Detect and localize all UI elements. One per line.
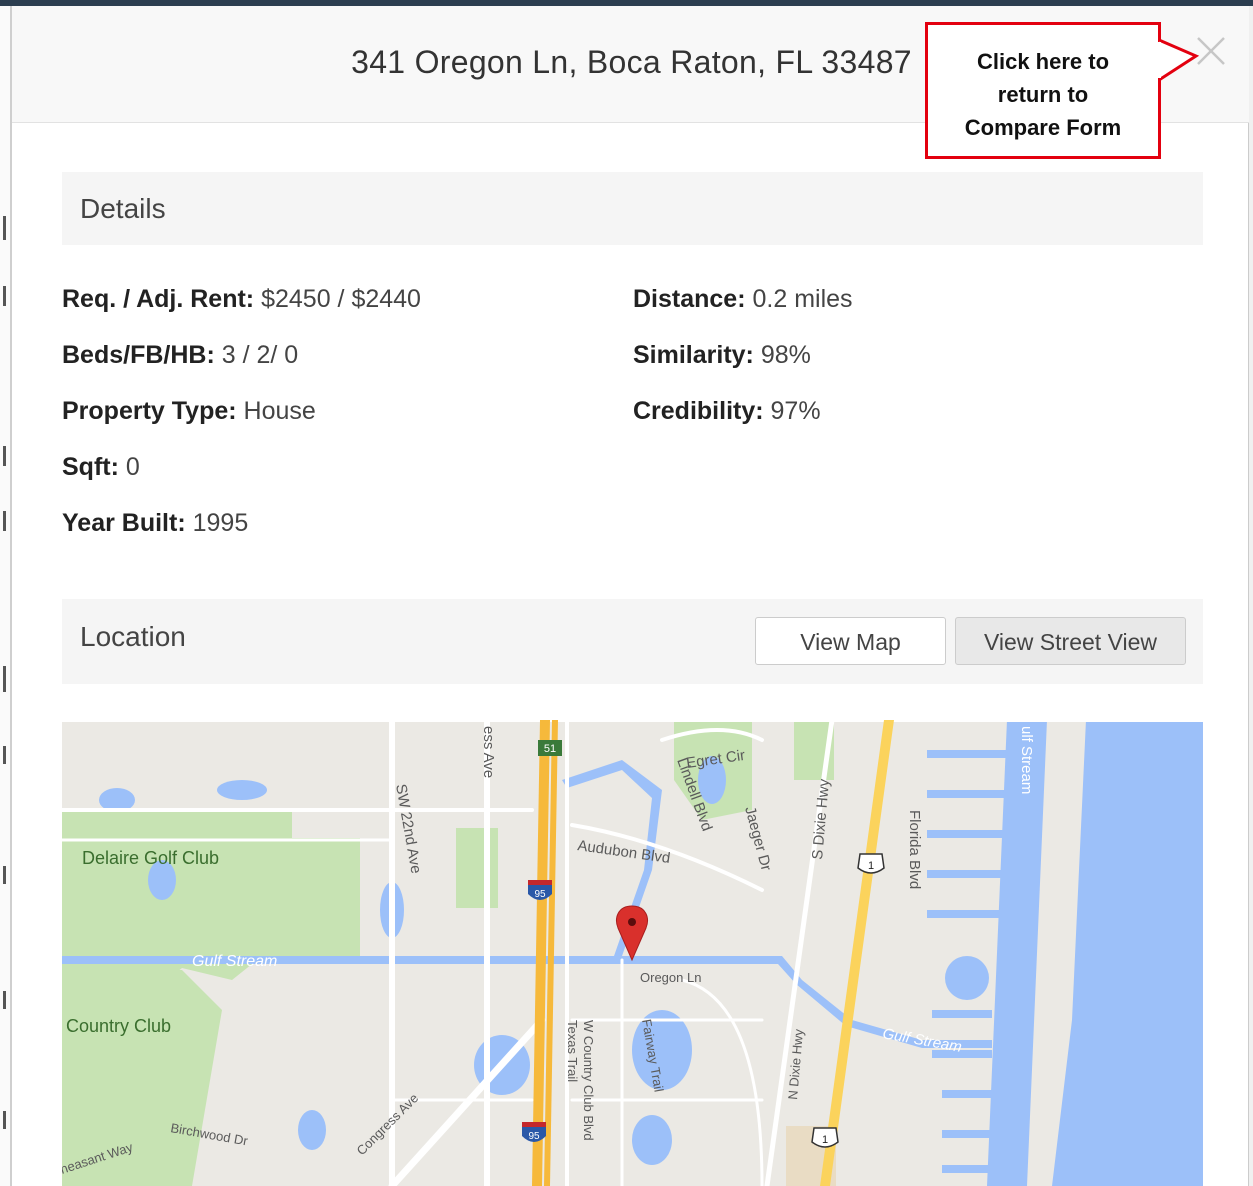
map-label: Florida Blvd [906,810,923,889]
details-section-header: Details [62,172,1203,245]
i95-top-label: 95 [534,889,546,900]
detail-value: 3 / 2/ 0 [214,341,299,369]
us1-bottom-label: 1 [822,1134,828,1146]
us1-shield-top: 1 [857,853,885,874]
map-label: Gulf Stream [192,953,277,970]
park-area [456,828,498,908]
i95-bottom-label: 95 [528,1131,540,1142]
detail-label: Req. / Adj. Rent: [62,285,255,313]
detail-credibility: Credibility: 97% [633,397,821,426]
route-51-label: 51 [544,743,556,755]
view-street-view-button[interactable]: View Street View [955,617,1186,665]
map-label: ess Ave [480,726,497,778]
map-label: W Country Club Blvd [581,1020,596,1141]
scrollbar[interactable] [1248,6,1253,1186]
detail-label: Beds/FB/HB: [62,341,215,369]
detail-similarity: Similarity: 98% [633,341,811,370]
detail-value: House [236,397,316,425]
location-heading: Location [80,621,186,652]
map-view[interactable]: 51 95 95 1 1 Egret Cir ess Ave ulf Strea… [62,720,1203,1186]
map-label: Oregon Ln [640,970,701,985]
view-map-button[interactable]: View Map [755,617,946,665]
map-label: Country Club [66,1016,171,1036]
detail-label: Distance: [633,285,746,313]
detail-value: 1995 [185,509,249,537]
route-51-shield: 51 [538,740,562,756]
detail-sqft: Sqft: 0 [62,453,140,482]
detail-value: $2450 / $2440 [254,285,421,313]
i95-shield-top: 95 [528,880,552,900]
detail-value: 97% [763,397,821,425]
detail-label: Credibility: [633,397,764,425]
us1-top-label: 1 [868,860,874,872]
detail-label: Property Type: [62,397,237,425]
map-label: Delaire Golf Club [82,848,219,868]
us1-shield-bottom: 1 [811,1127,839,1148]
details-heading: Details [80,193,166,224]
callout-line: return to [997,82,1089,107]
callout-line: Compare Form [964,115,1122,140]
detail-distance: Distance: 0.2 miles [633,285,853,314]
detail-year-built: Year Built: 1995 [62,509,248,538]
callout-line: Click here to [976,49,1110,74]
detail-value: 0.2 miles [745,285,853,313]
detail-rent: Req. / Adj. Rent: $2450 / $2440 [62,285,421,314]
callout-arrow-icon [1156,38,1200,82]
detail-value: 0 [118,453,140,481]
map-label: Texas Trail [565,1020,580,1082]
background-page-edge [0,6,12,1186]
detail-value: 98% [753,341,811,369]
detail-label: Similarity: [633,341,754,369]
detail-property-type: Property Type: House [62,397,316,426]
instruction-callout: Click here to return to Compare Form [925,22,1161,159]
detail-label: Sqft: [62,453,119,481]
detail-beds: Beds/FB/HB: 3 / 2/ 0 [62,341,298,370]
i95-shield-bottom: 95 [522,1122,546,1142]
detail-label: Year Built: [62,509,186,537]
map-label: ulf Stream [1018,726,1035,794]
